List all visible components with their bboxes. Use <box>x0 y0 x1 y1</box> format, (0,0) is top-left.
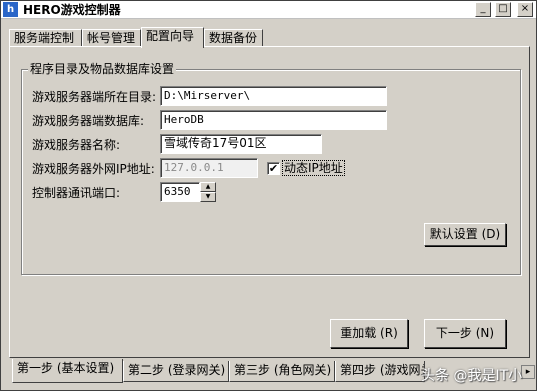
tab-config-wizard[interactable]: 配置向导 <box>141 27 204 48</box>
tab-step-3-role-gateway[interactable]: 第三步 (角色网关) <box>229 361 335 382</box>
watermark: 头条 @我是IT小 <box>421 368 523 384</box>
dynamic-ip-checkbox[interactable]: ✔ <box>267 162 280 175</box>
reload-button[interactable]: 重加载 (R) <box>330 319 408 348</box>
server-name-label: 游戏服务器名称: <box>32 138 121 152</box>
window-title: HERO游戏控制器 <box>23 3 121 17</box>
config-wizard-panel: 程序目录及物品数据库设置 游戏服务器端所在目录: D:\Mirserver\ 游… <box>9 46 530 358</box>
maximize-button[interactable]: □ <box>495 2 511 17</box>
settings-group: 程序目录及物品数据库设置 游戏服务器端所在目录: D:\Mirserver\ 游… <box>21 62 521 275</box>
default-settings-button[interactable]: 默认设置 (D) <box>424 223 506 246</box>
port-spin-down-icon[interactable]: ▼ <box>200 192 216 202</box>
tab-step-1-basic[interactable]: 第一步 (基本设置) <box>12 359 123 383</box>
server-ip-label: 游戏服务器外网IP地址: <box>32 162 155 176</box>
tab-step-4-game-gateway[interactable]: 第四步 (游戏网关 <box>335 361 425 382</box>
dynamic-ip-label[interactable]: 动态IP地址 <box>282 160 345 176</box>
minimize-button[interactable]: _ <box>475 2 491 17</box>
tab-step-2-login-gateway[interactable]: 第二步 (登录网关) <box>123 361 229 382</box>
port-label: 控制器通讯端口: <box>32 186 121 200</box>
tab-server-control[interactable]: 服务端控制 <box>9 29 82 47</box>
tab-data-backup[interactable]: 数据备份 <box>204 29 263 47</box>
group-title: 程序目录及物品数据库设置 <box>28 62 177 76</box>
port-spin-up-icon[interactable]: ▲ <box>200 182 216 192</box>
close-button[interactable]: × <box>517 2 533 17</box>
tab-scroll-right-icon[interactable]: ▸ <box>521 365 535 379</box>
hero-app-icon: h <box>3 2 18 17</box>
server-db-label: 游戏服务器端数据库: <box>32 114 145 128</box>
server-db-input[interactable]: HeroDB <box>160 110 387 130</box>
port-input[interactable]: 6350 <box>160 182 200 202</box>
server-dir-label: 游戏服务器端所在目录: <box>32 90 157 104</box>
main-window: h HERO游戏控制器 _ □ × 服务端控制 帐号管理 配置向导 数据备份 程… <box>0 0 537 391</box>
tab-account-management[interactable]: 帐号管理 <box>82 29 141 47</box>
title-bar[interactable]: h HERO游戏控制器 _ □ × <box>1 1 536 19</box>
server-dir-input[interactable]: D:\Mirserver\ <box>160 86 387 106</box>
server-name-input[interactable]: 雪域传奇17号01区 <box>160 134 322 154</box>
next-step-button[interactable]: 下一步 (N) <box>424 319 506 348</box>
server-ip-input[interactable]: 127.0.0.1 <box>160 158 258 178</box>
